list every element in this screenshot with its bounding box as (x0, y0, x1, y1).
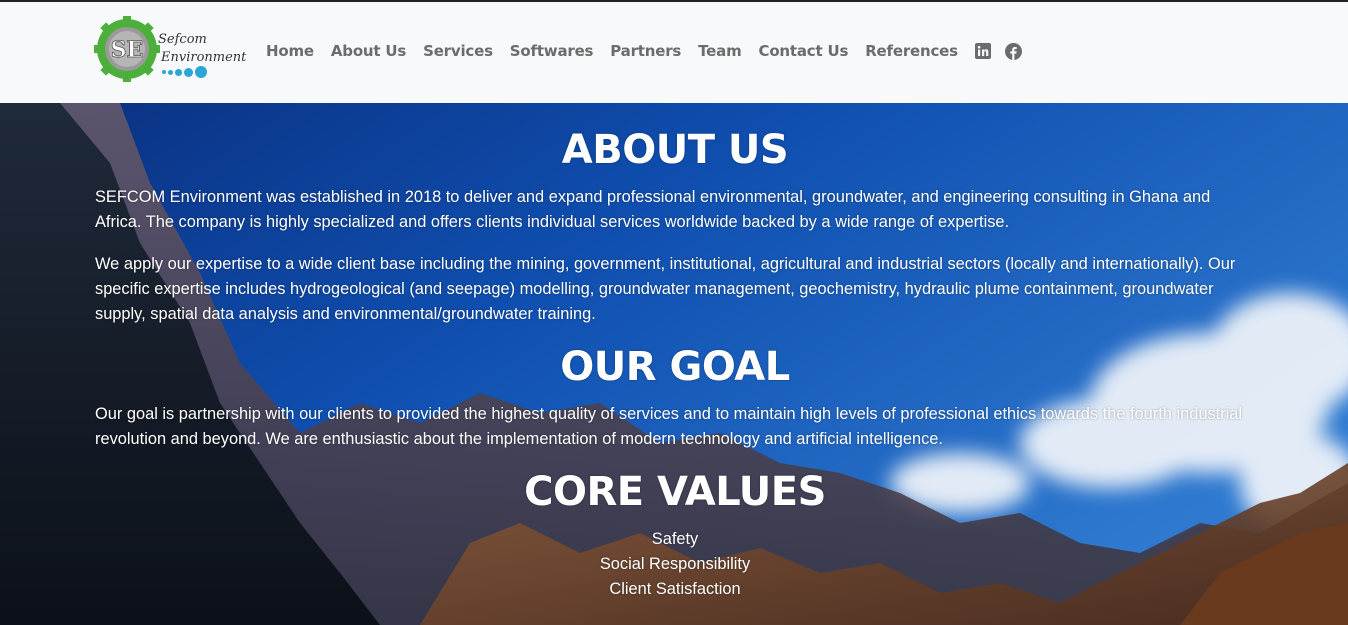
core-values-heading: CORE VALUES (524, 469, 826, 515)
core-value-item: Social Responsibility (599, 555, 751, 573)
logo-name-line1: Sefcom (158, 32, 207, 47)
nav-services[interactable]: Services (423, 42, 493, 60)
core-value-item: Client Satisfaction (609, 580, 741, 598)
about-paragraph-1: SEFCOM Environment was established in 20… (95, 188, 1211, 231)
site-logo[interactable]: SE Sefcom Environment (94, 16, 247, 82)
facebook-icon[interactable] (1004, 42, 1022, 60)
about-paragraph-2: We apply our expertise to a wide client … (95, 255, 1236, 323)
svg-text:SE: SE (111, 37, 144, 63)
goal-paragraph: Our goal is partnership with our clients… (95, 405, 1243, 448)
core-value-item: Safety (651, 530, 699, 548)
nav-contact-us[interactable]: Contact Us (759, 42, 849, 60)
logo-water-drops (162, 66, 207, 78)
about-us-heading: ABOUT US (561, 127, 789, 173)
logo-name-line2: Environment (161, 50, 247, 65)
navbar: SE Sefcom Environment Home About Us Serv… (0, 2, 1348, 103)
nav-team[interactable]: Team (698, 42, 742, 60)
nav-partners[interactable]: Partners (610, 42, 681, 60)
main-nav: Home About Us Services Softwares Partner… (266, 42, 1036, 60)
nav-about-us[interactable]: About Us (331, 42, 406, 60)
nav-softwares[interactable]: Softwares (510, 42, 594, 60)
nav-home[interactable]: Home (266, 42, 314, 60)
logo-gear-icon: SE (94, 16, 160, 82)
linkedin-icon[interactable] (974, 43, 991, 59)
nav-references[interactable]: References (865, 42, 958, 60)
core-values-list: Safety Social Responsibility Client Sati… (95, 527, 1255, 602)
hero-section: ABOUT US SEFCOM Environment was establis… (0, 103, 1348, 625)
our-goal-heading: OUR GOAL (560, 344, 790, 390)
